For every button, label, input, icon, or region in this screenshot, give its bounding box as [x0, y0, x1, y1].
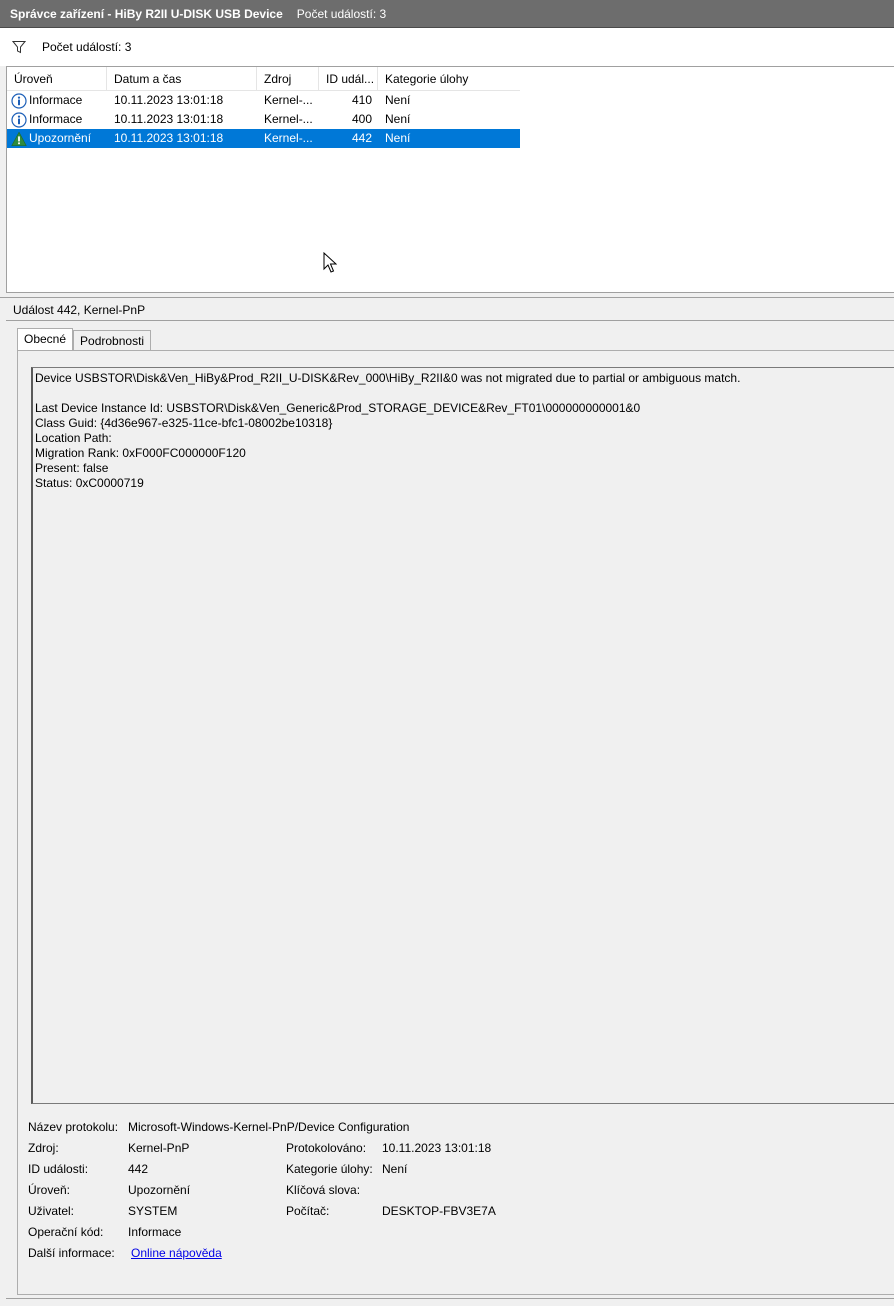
events-list-header: Úroveň Datum a čas Zdroj ID udál... Kate…: [7, 67, 520, 91]
table-row[interactable]: Informace 10.11.2023 13:01:18 Kernel-...…: [7, 110, 520, 129]
cell-level: Informace: [7, 110, 107, 129]
column-header-event-id[interactable]: ID udál...: [319, 67, 378, 91]
logged-label: Protokolováno:: [286, 1141, 367, 1155]
mouse-cursor-icon: [323, 252, 337, 273]
user-value[interactable]: SYSTEM: [128, 1201, 177, 1222]
cell-level: Informace: [7, 91, 107, 110]
bottom-border: [6, 1298, 894, 1306]
column-header-datetime[interactable]: Datum a čas: [107, 67, 257, 91]
column-header-task-category[interactable]: Kategorie úlohy: [378, 67, 520, 91]
computer-value[interactable]: DESKTOP-FBV3E7A: [382, 1201, 496, 1222]
filter-bar: Počet událostí: 3: [0, 28, 894, 66]
event-id-value[interactable]: 442: [128, 1159, 148, 1180]
table-row-selected[interactable]: Upozornění 10.11.2023 13:01:18 Kernel-..…: [7, 129, 520, 148]
source-label: Zdroj:: [28, 1141, 59, 1155]
cell-event-id: 400: [351, 112, 372, 126]
info-icon: [11, 111, 27, 128]
cell-source: Kernel-...: [264, 112, 313, 126]
column-header-level[interactable]: Úroveň: [7, 67, 107, 91]
cell-task-category: Není: [385, 93, 411, 107]
log-name-label: Název protokolu:: [28, 1120, 119, 1134]
event-detail-header: Událost 442, Kernel-PnP: [6, 299, 894, 321]
cell-level: Upozornění: [7, 129, 107, 148]
filter-event-count: Počet událostí: 3: [42, 40, 132, 54]
cell-task-category: Není: [385, 131, 411, 145]
column-header-source[interactable]: Zdroj: [257, 67, 319, 91]
task-category-label: Kategorie úlohy:: [286, 1162, 373, 1176]
event-properties: Název protokolu: Microsoft-Windows-Kerne…: [28, 1117, 888, 1264]
log-name-value[interactable]: Microsoft-Windows-Kernel-PnP/Device Conf…: [128, 1117, 409, 1138]
info-icon: [11, 92, 27, 109]
logged-value[interactable]: 10.11.2023 13:01:18: [382, 1138, 491, 1159]
events-rows: Informace 10.11.2023 13:01:18 Kernel-...…: [7, 91, 520, 148]
source-value[interactable]: Kernel-PnP: [128, 1138, 189, 1159]
level-value[interactable]: Upozornění: [128, 1180, 190, 1201]
window-titlebar: Správce zařízení - HiBy R2II U-DISK USB …: [0, 0, 894, 28]
warning-icon: [11, 131, 27, 146]
cell-event-id: 410: [351, 93, 372, 107]
detail-tabs: Obecné Podrobnosti: [17, 328, 152, 351]
cell-datetime: 10.11.2023 13:01:18: [114, 93, 224, 107]
pane-splitter[interactable]: [0, 293, 894, 298]
events-list[interactable]: Úroveň Datum a čas Zdroj ID udál... Kate…: [6, 66, 894, 293]
task-category-value[interactable]: Není: [382, 1159, 407, 1180]
tab-details[interactable]: Podrobnosti: [73, 330, 152, 351]
keywords-label: Klíčová slova:: [286, 1183, 361, 1197]
cell-task-category: Není: [385, 112, 411, 126]
user-label: Uživatel:: [28, 1204, 75, 1218]
cell-datetime: 10.11.2023 13:01:18: [114, 131, 224, 145]
opcode-label: Operační kód:: [28, 1225, 104, 1239]
cell-event-id: 442: [351, 131, 372, 145]
filter-icon[interactable]: [12, 40, 26, 54]
level-label: Úroveň:: [28, 1183, 71, 1197]
opcode-value[interactable]: Informace: [128, 1222, 181, 1243]
event-id-label: ID události:: [28, 1162, 89, 1176]
event-message-text[interactable]: Device USBSTOR\Disk&Ven_HiBy&Prod_R2II_U…: [31, 367, 894, 1104]
cell-datetime: 10.11.2023 13:01:18: [114, 112, 224, 126]
cell-source: Kernel-...: [264, 131, 313, 145]
online-help-link[interactable]: Online nápověda: [131, 1243, 222, 1264]
window-title: Správce zařízení - HiBy R2II U-DISK USB …: [10, 6, 283, 21]
cell-source: Kernel-...: [264, 93, 313, 107]
tab-general[interactable]: Obecné: [17, 328, 74, 351]
computer-label: Počítač:: [286, 1204, 330, 1218]
table-row[interactable]: Informace 10.11.2023 13:01:18 Kernel-...…: [7, 91, 520, 110]
general-tab-panel: Device USBSTOR\Disk&Ven_HiBy&Prod_R2II_U…: [17, 350, 894, 1295]
window-event-count: Počet událostí: 3: [296, 6, 387, 21]
more-info-label: Další informace:: [28, 1246, 115, 1260]
